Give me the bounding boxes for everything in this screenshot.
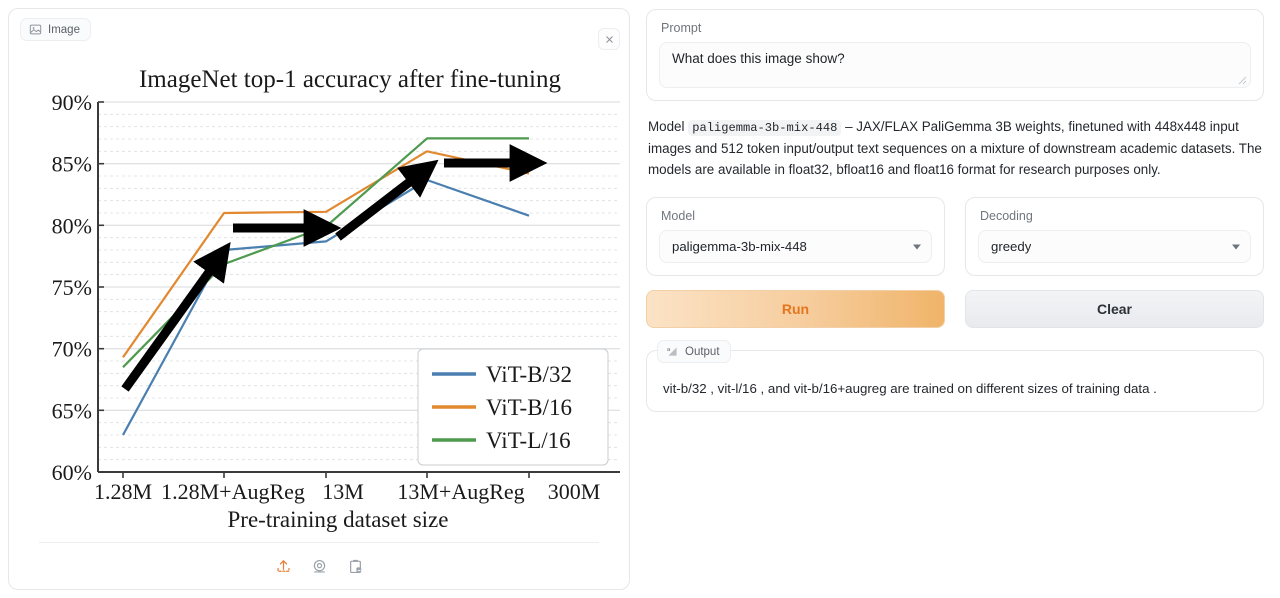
app-root: Image 90% 85% 80% 75% 70% 65% 60% ImageN… [0, 0, 1280, 598]
panel-divider [39, 542, 599, 543]
prompt-value: What does this image show? [672, 51, 845, 66]
chevron-down-icon [1232, 244, 1240, 250]
output-text: vit-b/32 , vit-l/16 , and vit-b/16+augre… [663, 381, 1157, 397]
x-tick-label: 1.28M+AugReg [161, 479, 305, 504]
paste-clipboard-image-icon [349, 559, 361, 573]
model-description-code: paligemma-3b-mix-448 [688, 120, 842, 136]
image-panel: Image 90% 85% 80% 75% 70% 65% 60% ImageN… [8, 8, 630, 590]
selects-row: Model paligemma-3b-mix-448 Decoding gree… [646, 197, 1264, 277]
chart-legend: ViT-B/32 ViT-B/16 ViT-L/16 [417, 348, 609, 466]
model-select-label: Model [661, 209, 696, 224]
model-select-value: paligemma-3b-mix-448 [672, 239, 807, 255]
prompt-label: Prompt [661, 21, 702, 35]
y-tick-label: 80% [52, 213, 92, 238]
controls-column: Prompt What does this image show? Model … [646, 8, 1264, 590]
x-tick-label: 13M+AugReg [397, 479, 524, 504]
y-tick-label: 75% [52, 275, 92, 300]
action-buttons: Run Clear [646, 290, 1264, 329]
x-tick-label: 13M [322, 479, 364, 504]
image-panel-tab[interactable]: Image [20, 18, 91, 41]
output-section: a Output vit-b/32 , vit-l/16 , and vit-b… [646, 340, 1264, 413]
y-tick-label: 60% [52, 460, 92, 485]
model-select-section: Model paligemma-3b-mix-448 [646, 197, 945, 277]
prompt-section: Prompt What does this image show? [646, 9, 1264, 101]
run-button[interactable]: Run [646, 290, 945, 329]
paste-clipboard-image-button[interactable] [344, 555, 366, 577]
close-icon [605, 35, 613, 43]
webcam-icon [313, 559, 325, 573]
legend-label: ViT-L/16 [486, 428, 571, 453]
y-tick-label: 90% [52, 90, 92, 115]
image-panel-tab-label: Image [48, 23, 80, 36]
output-tab-label: Output [685, 345, 720, 358]
chevron-down-icon [913, 244, 921, 250]
webcam-button[interactable] [308, 555, 330, 577]
x-tick-label: 300M [548, 479, 601, 504]
output-tab[interactable]: a Output [657, 340, 731, 364]
image-panel-toolbar [9, 555, 629, 577]
clear-button[interactable]: Clear [965, 290, 1264, 329]
x-axis-tick-labels: 1.28M 1.28M+AugReg 13M 13M+AugReg 300M [94, 479, 600, 504]
upload-button[interactable] [272, 555, 294, 577]
image-icon [29, 23, 42, 36]
model-select[interactable]: paligemma-3b-mix-448 [659, 230, 932, 264]
y-tick-label: 70% [52, 337, 92, 362]
y-tick-label: 65% [52, 398, 92, 423]
svg-text:a: a [667, 347, 671, 353]
x-axis-label: Pre-training dataset size [228, 507, 449, 532]
model-description: Model paligemma-3b-mix-448 – JAX/FLAX Pa… [648, 116, 1262, 180]
decoding-select-label: Decoding [980, 209, 1033, 224]
decoding-select-section: Decoding greedy [965, 197, 1264, 277]
close-image-button[interactable] [598, 28, 620, 50]
line-chart-svg: 90% 85% 80% 75% 70% 65% 60% ImageNet top… [20, 47, 620, 552]
y-tick-label: 85% [52, 152, 92, 177]
legend-label: ViT-B/32 [486, 362, 572, 387]
text-output-icon: a [666, 345, 679, 358]
model-description-prefix: Model [648, 119, 689, 134]
decoding-select-value: greedy [991, 239, 1032, 255]
chart-title: ImageNet top-1 accuracy after fine-tunin… [139, 66, 562, 93]
upload-icon [276, 559, 290, 572]
resize-handle-icon[interactable] [1235, 73, 1247, 85]
chart-figure: 90% 85% 80% 75% 70% 65% 60% ImageNet top… [20, 47, 620, 552]
legend-label: ViT-B/16 [486, 395, 572, 420]
prompt-input[interactable]: What does this image show? [659, 42, 1251, 88]
x-tick-label: 1.28M [94, 479, 152, 504]
decoding-select[interactable]: greedy [978, 230, 1251, 264]
